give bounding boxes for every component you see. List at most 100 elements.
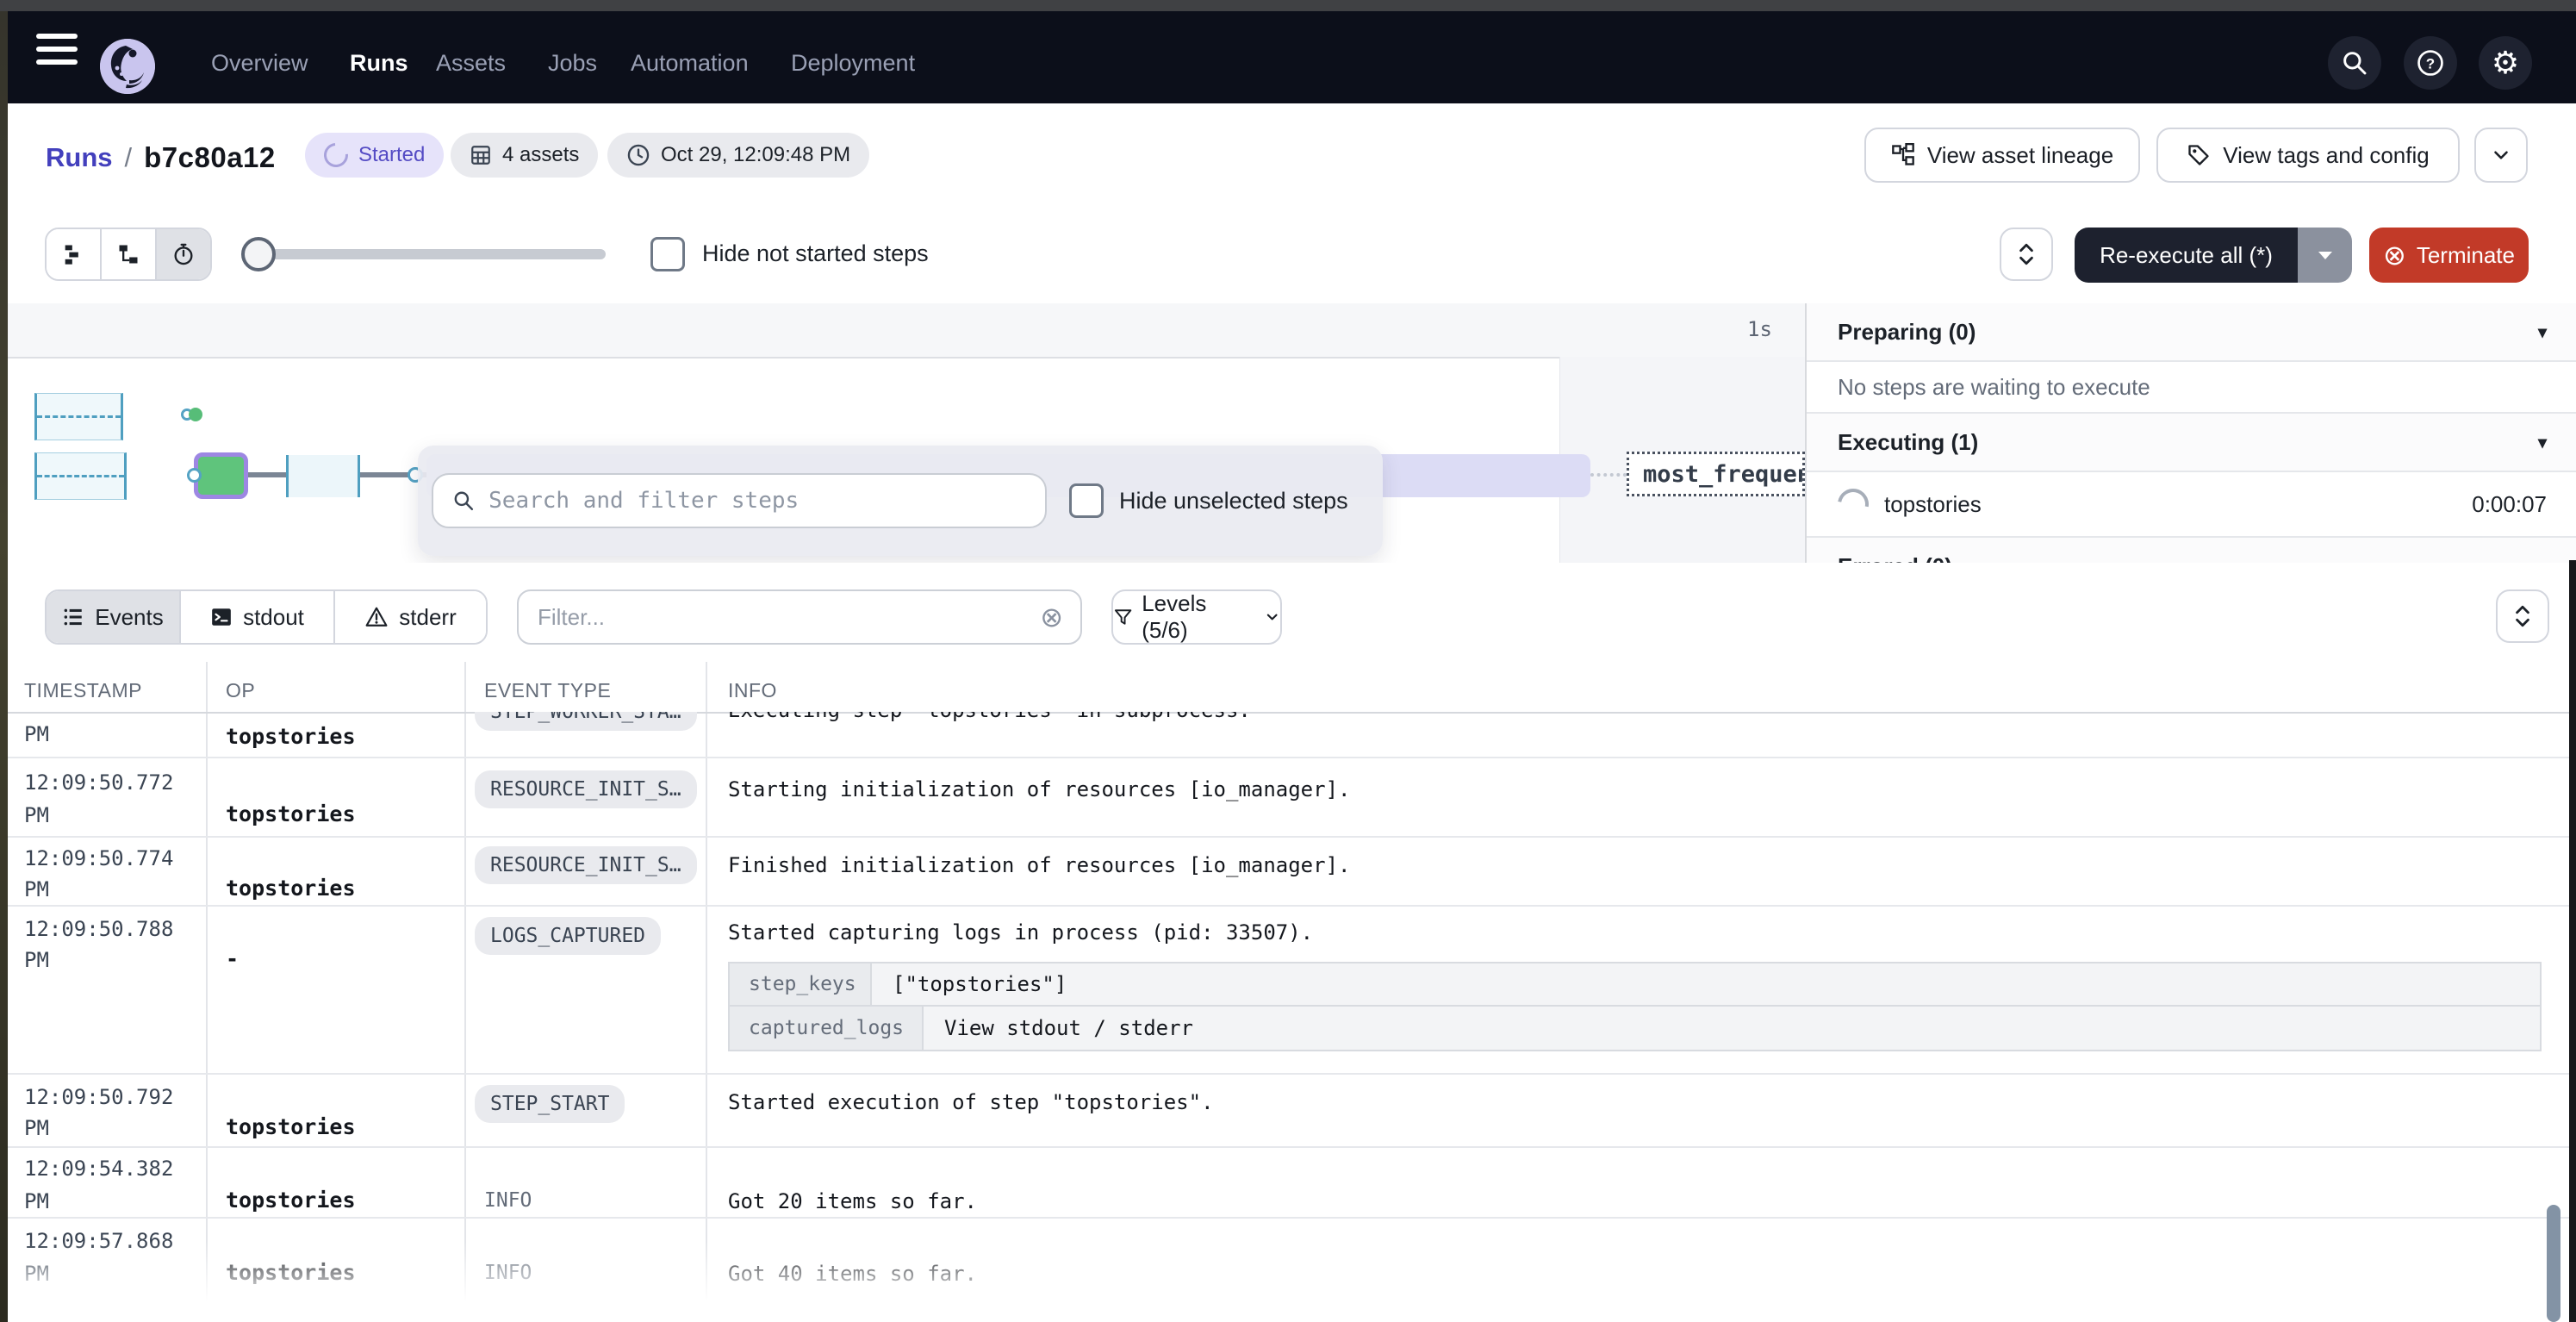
event-type-chip[interactable]: RESOURCE_INIT_S… (475, 770, 697, 808)
breadcrumb-runs-link[interactable]: Runs (46, 142, 113, 173)
run-header: Runs / b7c80a12 Started 4 assets Oct 29,… (0, 103, 2576, 208)
search-button[interactable] (2328, 36, 2381, 90)
warning-icon (364, 606, 389, 628)
gantt-step-notstarted-1[interactable] (34, 393, 123, 440)
log-row[interactable]: 12:09:57.868 PM topstories INFO Got 40 i… (0, 1217, 2576, 1322)
log-op: topstories (226, 724, 356, 749)
waterfall-view-button[interactable] (102, 229, 157, 279)
log-timestamp: 12:09:50.774 (24, 846, 173, 870)
levels-dropdown[interactable]: Levels (5/6) (1111, 589, 1282, 645)
flat-view-button[interactable] (47, 229, 102, 279)
executing-step-row[interactable]: topstories 0:00:07 (1807, 472, 2576, 538)
executing-step-name: topstories (1884, 491, 2456, 518)
log-timestamp: 12:09:54.382 (24, 1157, 173, 1181)
reexecute-all-button[interactable]: Re-execute all (*) (2075, 228, 2298, 283)
executing-section-header[interactable]: Executing (1) ▾ (1807, 414, 2576, 472)
gantt-step-most-frequent[interactable]: most_frequent (1627, 452, 1805, 496)
tab-stderr[interactable]: stderr (335, 591, 486, 643)
settings-button[interactable]: ⚙ (2479, 36, 2532, 90)
hide-not-started-checkbox[interactable] (650, 237, 685, 271)
dagster-logo-icon[interactable] (100, 39, 155, 94)
log-op: topstories (226, 1114, 356, 1139)
gantt-step-notstarted-2[interactable] (34, 452, 127, 500)
assets-badge[interactable]: 4 assets (451, 133, 598, 178)
view-asset-lineage-button[interactable]: View asset lineage (1864, 128, 2140, 183)
log-filter-input[interactable] (536, 603, 1030, 632)
header-more-dropdown-button[interactable] (2474, 128, 2528, 183)
timed-view-button[interactable] (157, 229, 210, 279)
log-row[interactable]: 12:09:50.772 PM topstories RESOURCE_INIT… (0, 757, 2576, 836)
metadata-key: captured_logs (730, 1007, 924, 1050)
event-type-chip[interactable]: RESOURCE_INIT_S… (475, 846, 697, 884)
step-search-input[interactable] (487, 487, 1026, 514)
col-header-event-type: EVENT TYPE (484, 679, 611, 702)
gantt-toolbar: Hide not started steps Re-execute all (*… (0, 206, 2576, 305)
funnel-icon (1113, 607, 1133, 627)
preparing-empty-row: No steps are waiting to execute (1807, 362, 2576, 414)
metadata-key: step_keys (730, 963, 872, 1005)
nav-item-deployment[interactable]: Deployment (791, 44, 915, 82)
metadata-value: ["topstories"] (872, 963, 1087, 1005)
event-type-chip[interactable]: STEP_WORKER_STA… (475, 712, 697, 731)
log-row[interactable]: 12:09:50.7 PM topstories STEP_WORKER_STA… (0, 712, 2576, 757)
stopwatch-icon (171, 242, 196, 266)
chevron-down-icon (2490, 144, 2512, 166)
nav-item-automation[interactable]: Automation (631, 44, 749, 82)
log-info: Started capturing logs in process (pid: … (728, 920, 1313, 945)
collapse-expand-button[interactable] (2000, 228, 2053, 281)
tab-events[interactable]: Events (47, 591, 181, 643)
step-status-panel: Preparing (0) ▾ No steps are waiting to … (1805, 303, 2576, 563)
errored-section-header[interactable]: Errored (0) ▾ (1807, 538, 2576, 564)
hide-unselected-checkbox[interactable] (1069, 483, 1104, 518)
log-view-tabs: Events stdout stderr (45, 589, 488, 645)
question-icon: ? (2416, 48, 2445, 78)
search-icon (2341, 49, 2368, 77)
lineage-icon (1891, 143, 1915, 167)
gantt-time-axis: 1s (0, 303, 1805, 359)
zoom-slider-handle[interactable] (241, 237, 276, 271)
event-type-plain: INFO (484, 1189, 532, 1212)
clock-icon (626, 143, 650, 167)
log-info: Executing step "topstories" in subproces… (728, 712, 1251, 722)
gear-icon: ⚙ (2492, 47, 2519, 78)
zoom-slider-track[interactable] (248, 249, 606, 259)
log-row[interactable]: 12:09:50.788 PM - LOGS_CAPTURED Started … (0, 905, 2576, 1073)
step-search-field[interactable] (432, 473, 1047, 528)
log-scrollbar-thumb[interactable] (2547, 1205, 2560, 1322)
log-row[interactable]: 12:09:50.774 PM topstories RESOURCE_INIT… (0, 836, 2576, 905)
log-filter-field[interactable]: ⊗ (517, 589, 1082, 645)
clear-filter-icon[interactable]: ⊗ (1040, 603, 1063, 631)
nav-item-overview[interactable]: Overview (211, 44, 308, 82)
gantt-marker-dot[interactable] (189, 408, 202, 421)
grid-icon (470, 144, 492, 166)
log-timestamp-ampm: PM (24, 722, 49, 746)
nav-item-assets[interactable]: Assets (436, 44, 506, 82)
gantt-step-pending[interactable] (286, 455, 360, 497)
executing-spinner-icon (1832, 483, 1875, 526)
preparing-section-header[interactable]: Preparing (0) ▾ (1807, 303, 2576, 362)
nav-item-jobs[interactable]: Jobs (548, 44, 597, 82)
gantt-step-topstories-selected[interactable] (194, 452, 248, 499)
reexecute-dropdown-button[interactable] (2298, 228, 2352, 283)
status-badge[interactable]: Started (305, 133, 444, 178)
log-row[interactable]: 12:09:50.792 PM topstories STEP_START St… (0, 1073, 2576, 1146)
log-scroll-toggle-button[interactable] (2496, 589, 2549, 643)
tab-stdout[interactable]: stdout (181, 591, 335, 643)
metadata-value-link[interactable]: View stdout / stderr (924, 1007, 1214, 1050)
event-type-chip[interactable]: STEP_START (475, 1085, 625, 1123)
terminate-button[interactable]: ⊗ Terminate (2369, 228, 2529, 283)
col-header-timestamp: TIMESTAMP (24, 679, 142, 702)
event-type-chip[interactable]: LOGS_CAPTURED (475, 917, 661, 955)
log-toolbar: Events stdout stderr ⊗ (0, 563, 2576, 664)
log-timestamp: 12:09:50.7 (24, 712, 149, 714)
view-tags-config-button[interactable]: View tags and config (2156, 128, 2460, 183)
breadcrumb-separator: / (125, 142, 133, 173)
help-button[interactable]: ? (2404, 36, 2457, 90)
circle-x-icon: ⊗ (2383, 241, 2406, 269)
dagster-run-page: Overview Runs Assets Jobs Automation Dep… (0, 0, 2576, 1322)
log-row[interactable]: 12:09:54.382 PM topstories INFO Got 20 i… (0, 1146, 2576, 1217)
hamburger-menu-button[interactable] (36, 34, 78, 72)
time-axis-tick: 1s (1747, 317, 1772, 341)
nav-item-runs[interactable]: Runs (350, 44, 408, 82)
spinner-icon (319, 138, 352, 171)
